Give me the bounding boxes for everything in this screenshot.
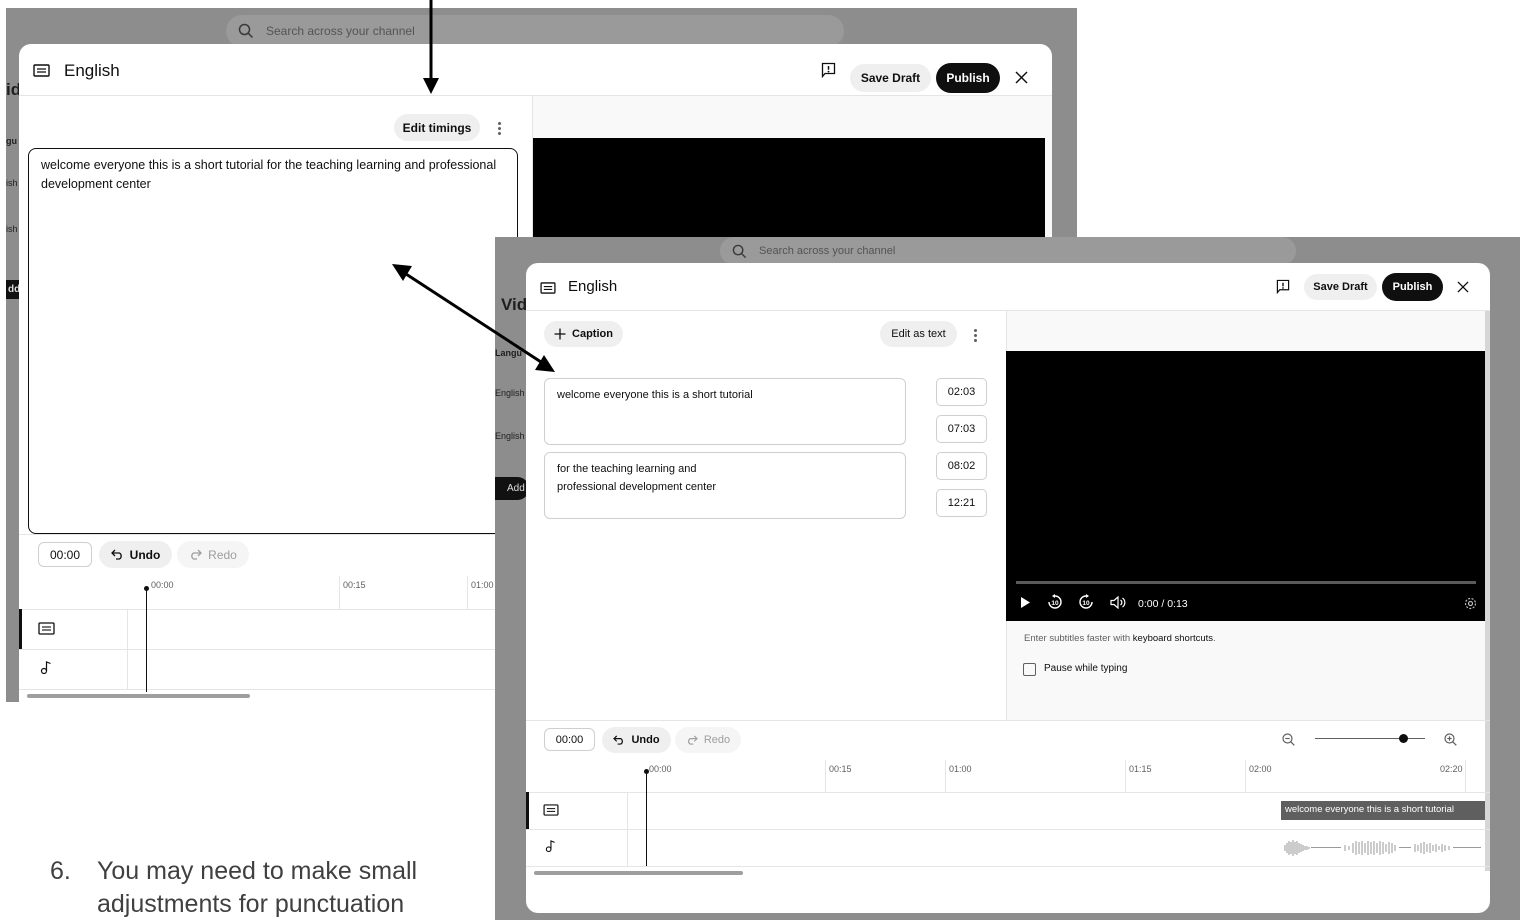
annotation-arrows	[392, 0, 555, 372]
step-number: 6.	[50, 857, 71, 885]
double-arrow-text-to-segments	[392, 264, 555, 372]
instruction-line: You may need to make small	[97, 857, 418, 885]
instruction-line: adjustments for punctuation	[97, 890, 405, 918]
arrow-down-to-edit-timings	[423, 0, 439, 94]
instruction-step: 6. You may need to make small adjustments…	[50, 855, 470, 921]
